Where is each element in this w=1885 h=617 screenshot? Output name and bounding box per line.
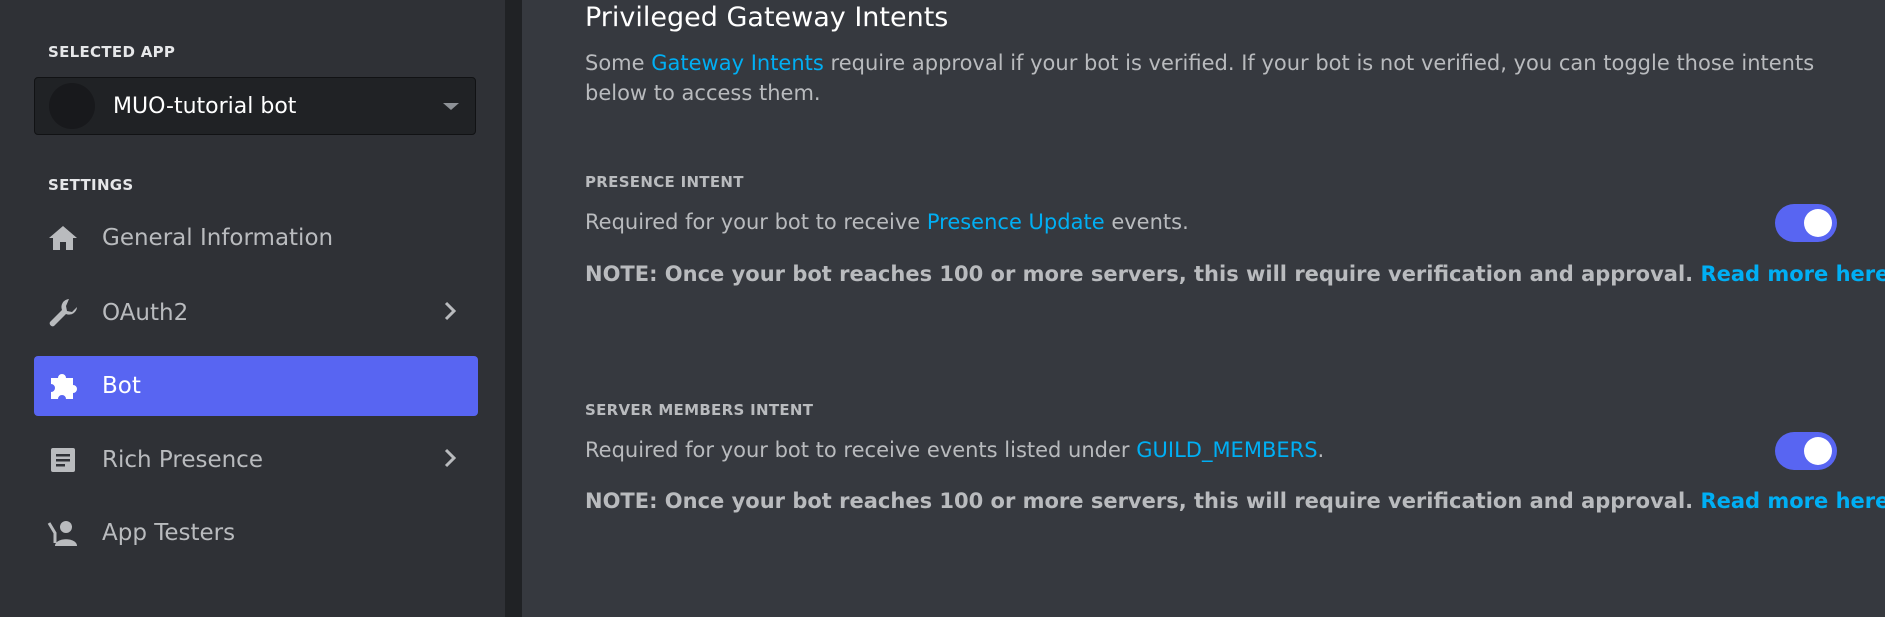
read-more-link[interactable]: Read more here bbox=[1700, 489, 1885, 513]
server-members-intent-toggle[interactable] bbox=[1775, 432, 1837, 470]
gateway-intents-link[interactable]: Gateway Intents bbox=[651, 51, 824, 75]
chevron-down-icon bbox=[443, 102, 459, 110]
sidebar-divider bbox=[505, 0, 522, 617]
presence-intent-note: NOTE: Once your bot reaches 100 or more … bbox=[585, 262, 1885, 286]
wrench-icon bbox=[46, 296, 80, 330]
app-name: MUO-tutorial bot bbox=[113, 93, 297, 119]
read-more-link[interactable]: Read more here bbox=[1700, 262, 1885, 286]
sidebar-item-label: General Information bbox=[102, 225, 334, 251]
sidebar-item-label: Rich Presence bbox=[102, 447, 263, 473]
presence-intent-heading: PRESENCE INTENT bbox=[585, 173, 744, 191]
sidebar-item-label: App Testers bbox=[102, 520, 236, 546]
document-icon bbox=[46, 443, 80, 477]
page-title: Privileged Gateway Intents bbox=[585, 2, 949, 33]
app-avatar bbox=[49, 83, 95, 129]
note-text: NOTE: Once your bot reaches 100 or more … bbox=[585, 262, 1694, 286]
req-text-prefix: Required for your bot to receive bbox=[585, 210, 921, 234]
server-members-intent-note: NOTE: Once your bot reaches 100 or more … bbox=[585, 489, 1885, 513]
home-icon bbox=[46, 221, 80, 255]
server-members-intent-heading: SERVER MEMBERS INTENT bbox=[585, 401, 814, 419]
toggle-knob bbox=[1804, 437, 1832, 465]
sidebar: SELECTED APP MUO-tutorial bot SETTINGS G… bbox=[0, 0, 505, 617]
req-text-prefix: Required for your bot to receive events … bbox=[585, 438, 1130, 462]
settings-heading: SETTINGS bbox=[48, 176, 134, 194]
sidebar-item-bot[interactable]: Bot bbox=[34, 356, 478, 416]
req-text-suffix: events. bbox=[1111, 210, 1189, 234]
guild-members-link[interactable]: GUILD_MEMBERS bbox=[1136, 438, 1317, 462]
chevron-right-icon bbox=[444, 301, 457, 325]
chevron-right-icon bbox=[444, 448, 457, 472]
sidebar-item-app-testers[interactable]: App Testers bbox=[34, 503, 478, 563]
server-members-intent-requirement: Required for your bot to receive events … bbox=[585, 438, 1324, 462]
intents-description: Some Gateway Intents require approval if… bbox=[585, 48, 1830, 108]
presence-intent-requirement: Required for your bot to receive Presenc… bbox=[585, 210, 1189, 234]
puzzle-icon bbox=[46, 369, 80, 403]
scrolled-content-edge bbox=[140, 0, 200, 8]
toggle-knob bbox=[1804, 209, 1832, 237]
presence-intent-toggle[interactable] bbox=[1775, 204, 1837, 242]
presence-update-link[interactable]: Presence Update bbox=[927, 210, 1105, 234]
sidebar-item-label: Bot bbox=[102, 373, 141, 399]
sidebar-item-oauth2[interactable]: OAuth2 bbox=[34, 283, 478, 343]
sidebar-item-label: OAuth2 bbox=[102, 300, 189, 326]
person-icon bbox=[46, 516, 80, 550]
app-selector-dropdown[interactable]: MUO-tutorial bot bbox=[34, 77, 476, 135]
req-text-suffix: . bbox=[1317, 438, 1325, 462]
sidebar-item-general-information[interactable]: General Information bbox=[34, 208, 478, 268]
sidebar-item-rich-presence[interactable]: Rich Presence bbox=[34, 430, 478, 490]
desc-text-prefix: Some bbox=[585, 51, 645, 75]
note-text: NOTE: Once your bot reaches 100 or more … bbox=[585, 489, 1694, 513]
selected-app-heading: SELECTED APP bbox=[48, 43, 176, 61]
